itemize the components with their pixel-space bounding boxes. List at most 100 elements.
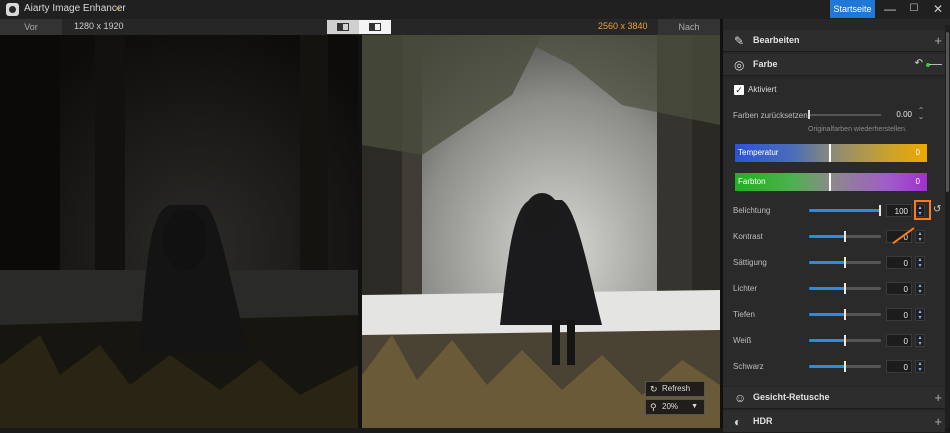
undo-icon[interactable]: ↶ — [915, 58, 923, 69]
minimize-button[interactable]: — — [878, 0, 902, 18]
face-icon: ☺ — [734, 391, 747, 405]
split-view-icon — [337, 23, 349, 31]
after-photo — [362, 35, 720, 428]
slider-track-schwarz[interactable] — [809, 361, 881, 372]
temperature-handle[interactable] — [829, 144, 831, 162]
slider-label-tiefen: Tiefen — [733, 310, 755, 319]
temperature-slider[interactable]: Temperatur 0 — [735, 144, 927, 162]
expand-icon[interactable]: + — [934, 33, 942, 48]
slider-fill-schwarz — [809, 365, 845, 368]
section-gesicht-label: Gesicht-Retusche — [753, 392, 830, 402]
maximize-button[interactable]: ☐ — [902, 0, 926, 18]
expand-icon[interactable]: + — [934, 414, 942, 429]
slider-track-belichtung[interactable] — [809, 205, 881, 216]
before-tab[interactable]: Vor — [0, 19, 62, 35]
slider-value-weiß[interactable]: 0 — [886, 334, 912, 347]
tint-slider[interactable]: Farbton 0 — [735, 173, 927, 191]
before-photo — [0, 35, 358, 428]
section-hdr[interactable]: ◐ HDR + — [723, 411, 945, 433]
slider-track-kontrast[interactable] — [809, 231, 881, 242]
slider-handle-kontrast[interactable] — [844, 231, 846, 242]
palette-icon: ◎ — [734, 58, 745, 72]
panel-scrollbar-thumb[interactable] — [946, 32, 949, 192]
after-image[interactable] — [362, 35, 720, 428]
tint-handle[interactable] — [829, 173, 831, 191]
slider-stepper-kontrast[interactable]: ▴ ▾ — [915, 230, 925, 243]
slider-stepper-weiß[interactable]: ▴ ▾ — [915, 334, 925, 347]
slider-value-sättigung[interactable]: 0 — [886, 256, 912, 269]
tint-label: Farbton — [738, 177, 766, 186]
magnifier-icon: ⚲ — [650, 402, 657, 412]
slider-track-tiefen[interactable] — [809, 309, 881, 320]
reset-colors-stepper[interactable]: ⌃ ⌄ — [916, 107, 926, 121]
slider-label-lichter: Lichter — [733, 284, 758, 293]
refresh-label: Refresh — [662, 384, 691, 393]
slider-label-weiß: Weiß — [733, 336, 752, 345]
before-image[interactable] — [0, 35, 358, 428]
section-bearbeiten-label: Bearbeiten — [753, 35, 800, 45]
tint-value: 0 — [915, 177, 920, 186]
slider-fill-sättigung — [809, 261, 845, 264]
slider-handle-schwarz[interactable] — [844, 361, 846, 372]
slider-stepper-tiefen[interactable]: ▴ ▾ — [915, 308, 925, 321]
side-by-side-button[interactable] — [359, 20, 391, 34]
slider-value-belichtung[interactable]: 100 — [886, 204, 912, 217]
slider-value-lichter[interactable]: 0 — [886, 282, 912, 295]
section-bearbeiten[interactable]: ✎ Bearbeiten + — [723, 30, 945, 52]
app-title: Aiarty Image Enhancer — [24, 3, 126, 14]
side-by-side-icon — [369, 23, 381, 31]
home-button[interactable]: Startseite — [830, 0, 875, 18]
slider-fill-weiß — [809, 339, 845, 342]
slider-label-sättigung: Sättigung — [733, 258, 767, 267]
slider-handle-belichtung[interactable] — [879, 205, 881, 216]
slider-value-tiefen[interactable]: 0 — [886, 308, 912, 321]
collapse-icon[interactable]: — — [929, 56, 942, 71]
slider-fill-lichter — [809, 287, 845, 290]
expand-icon[interactable]: + — [934, 390, 942, 405]
reset-colors-track[interactable] — [809, 114, 881, 116]
refresh-button[interactable]: ↻ Refresh — [645, 381, 705, 397]
close-button[interactable]: ✕ — [926, 0, 950, 18]
aktiviert-label: Aktiviert — [748, 85, 777, 94]
slider-value-schwarz[interactable]: 0 — [886, 360, 912, 373]
aiarty-logo-icon — [6, 3, 19, 16]
reset-colors-handle[interactable] — [808, 110, 810, 119]
view-mode-toggle[interactable] — [327, 20, 391, 34]
slider-track-sättigung[interactable] — [809, 257, 881, 268]
temperature-label: Temperatur — [738, 148, 779, 157]
zoom-select[interactable]: ⚲ 20% ▼ — [645, 399, 705, 415]
split-view-button[interactable] — [327, 20, 359, 34]
edit-icon: ✎ — [734, 34, 745, 48]
slider-stepper-schwarz[interactable]: ▴ ▾ — [915, 360, 925, 373]
slider-fill-tiefen — [809, 313, 845, 316]
refresh-icon: ↻ — [650, 384, 658, 394]
section-hdr-label: HDR — [753, 416, 773, 426]
slider-label-schwarz: Schwarz — [733, 362, 764, 371]
zoom-value: 20% — [662, 402, 679, 411]
slider-track-weiß[interactable] — [809, 335, 881, 346]
slider-handle-weiß[interactable] — [844, 335, 846, 346]
slider-handle-tiefen[interactable] — [844, 309, 846, 320]
slider-handle-sättigung[interactable] — [844, 257, 846, 268]
slider-stepper-lichter[interactable]: ▴ ▾ — [915, 282, 925, 295]
highlight-box — [914, 200, 931, 220]
section-farbe[interactable]: ◎ Farbe ↶ — — [723, 54, 945, 76]
after-tab[interactable]: Nach — [658, 19, 720, 35]
aktiviert-checkbox[interactable]: ✓ — [734, 85, 744, 95]
slider-label-belichtung: Belichtung — [733, 206, 771, 215]
section-gesicht-retusche[interactable]: ☺ Gesicht-Retusche + — [723, 387, 945, 409]
slider-fill-belichtung — [809, 209, 881, 212]
chevron-down-icon: ▼ — [691, 403, 698, 410]
slider-handle-lichter[interactable] — [844, 283, 846, 294]
reset-colors-hint: Originalfarben wiederherstellen. — [808, 126, 907, 133]
hdr-icon: ◐ — [734, 415, 742, 429]
compare-bar: Vor 1280 x 1920 2560 x 3840 Nach — [0, 19, 720, 35]
reset-icon[interactable]: ↺ — [933, 204, 941, 215]
reset-colors-label: Farben zurücksetzen — [733, 111, 808, 120]
slider-stepper-sättigung[interactable]: ▴ ▾ — [915, 256, 925, 269]
reset-colors-value[interactable]: 0.00 — [886, 108, 912, 121]
slider-track-lichter[interactable] — [809, 283, 881, 294]
slider-fill-kontrast — [809, 235, 845, 238]
slider-label-kontrast: Kontrast — [733, 232, 763, 241]
chevron-down-icon[interactable]: ⌄ — [114, 2, 122, 13]
